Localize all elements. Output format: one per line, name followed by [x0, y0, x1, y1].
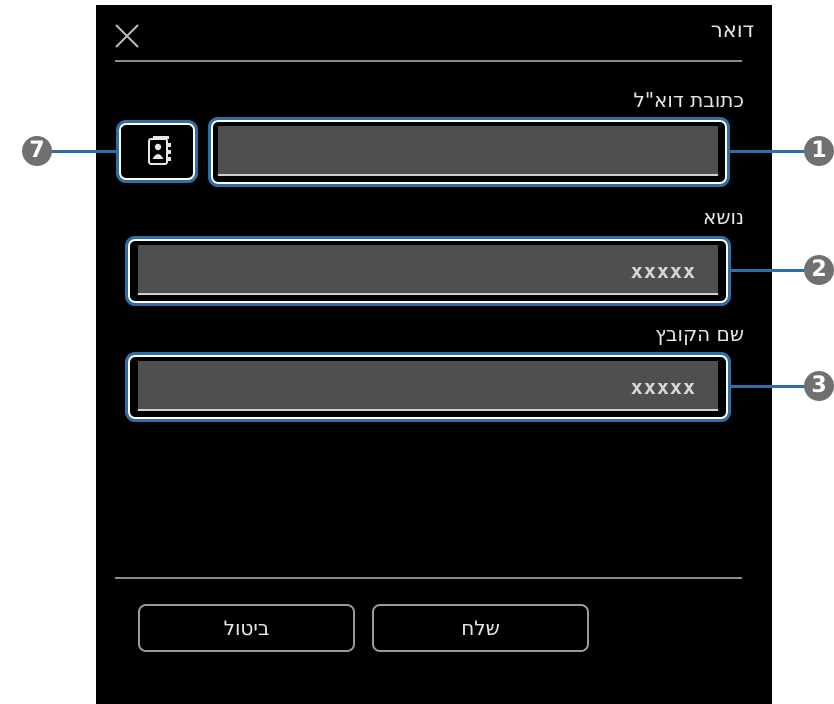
callout-line-3: [731, 385, 807, 388]
filename-field-callout-outline: [125, 352, 731, 422]
callout-line-1: [730, 150, 806, 153]
footer-divider: [115, 577, 742, 579]
header-divider: [115, 60, 742, 62]
subject-label: נושא: [703, 205, 744, 229]
email-label: כתובת דוא"ל: [633, 88, 744, 112]
callout-line-2: [731, 269, 807, 272]
email-field-callout-outline: [208, 117, 730, 187]
send-button[interactable]: שלח: [372, 604, 589, 652]
subject-field-callout-outline: [125, 236, 731, 306]
callout-line-7: [50, 150, 116, 153]
callout-badge-1: 1: [804, 136, 834, 166]
filename-label: שם הקובץ: [655, 322, 744, 346]
cancel-button[interactable]: ביטול: [138, 604, 355, 652]
close-button[interactable]: [110, 19, 144, 53]
close-icon[interactable]: [110, 19, 144, 53]
callout-badge-3: 3: [804, 371, 834, 401]
dialog-title: דואר: [710, 18, 754, 42]
callout-badge-2: 2: [804, 255, 834, 285]
address-book-callout-outline: [116, 120, 198, 183]
callout-badge-7: 7: [22, 136, 52, 166]
